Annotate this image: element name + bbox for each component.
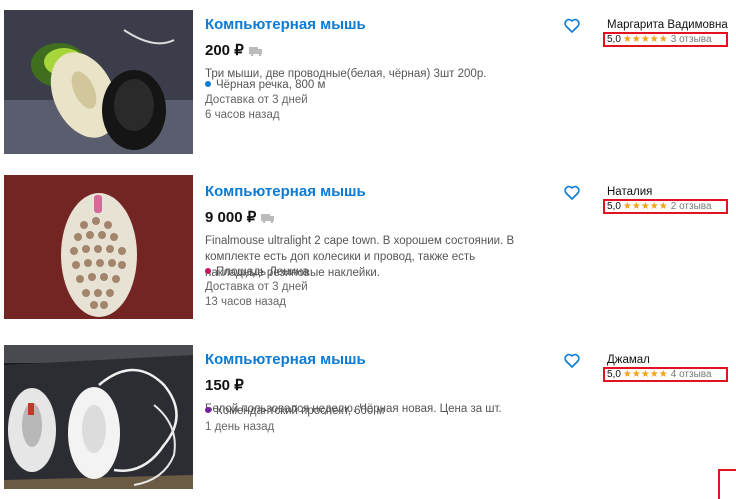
metro-dot	[205, 406, 211, 413]
listing-photo[interactable]	[4, 175, 193, 319]
truck-icon	[248, 46, 262, 56]
seller-name[interactable]: Наталия	[607, 186, 652, 198]
seller-name[interactable]: Джамал	[607, 354, 650, 366]
rating-score: 5,0	[607, 34, 621, 45]
truck-icon	[261, 213, 275, 223]
listing-location: Площадь Ленина	[205, 266, 309, 278]
reviews-count[interactable]: 4 отзыва	[671, 369, 712, 380]
rating-stars: ★★★★★	[622, 369, 668, 380]
listing-price: 9 000 ₽	[205, 208, 275, 226]
seller-name[interactable]: Маргарита Вадимовна	[607, 19, 728, 31]
listing-posted: 1 день назад	[205, 421, 275, 433]
rating-score: 5,0	[607, 369, 621, 380]
seller-rating[interactable]: 5,0 ★★★★★ 4 отзыва	[603, 367, 728, 382]
listing-card[interactable]: Компьютерная мышь 200 ₽ Три мыши, две пр…	[0, 8, 736, 158]
rating-stars: ★★★★★	[622, 201, 668, 212]
highlight-box-edge	[718, 469, 736, 499]
listing-price: 150 ₽	[205, 377, 244, 394]
heart-outline-icon[interactable]	[564, 185, 580, 200]
listing-location: Чёрная речка, 800 м	[205, 79, 325, 91]
heart-outline-icon[interactable]	[564, 18, 580, 33]
listing-photo[interactable]	[4, 345, 193, 489]
listing-title[interactable]: Компьютерная мышь	[205, 16, 366, 33]
listing-location: Комендантский проспект, 600 м	[205, 405, 384, 417]
listing-card[interactable]: Компьютерная мышь 9 000 ₽ Finalmouse ult…	[0, 175, 736, 325]
listing-delivery: Доставка от 3 дней	[205, 94, 308, 106]
seller-rating[interactable]: 5,0 ★★★★★ 2 отзыва	[603, 199, 728, 214]
heart-outline-icon[interactable]	[564, 353, 580, 368]
listing-delivery: Доставка от 3 дней	[205, 281, 308, 293]
rating-stars: ★★★★★	[622, 34, 668, 45]
listing-title[interactable]: Компьютерная мышь	[205, 351, 366, 368]
listing-title[interactable]: Компьютерная мышь	[205, 183, 366, 200]
listing-card[interactable]: Компьютерная мышь 150 ₽ Белой пользовалс…	[0, 343, 736, 493]
metro-dot	[205, 80, 211, 87]
listing-posted: 13 часов назад	[205, 296, 286, 308]
rating-score: 5,0	[607, 201, 621, 212]
reviews-count[interactable]: 3 отзыва	[671, 34, 712, 45]
reviews-count[interactable]: 2 отзыва	[671, 201, 712, 212]
listing-price: 200 ₽	[205, 41, 263, 59]
seller-rating[interactable]: 5,0 ★★★★★ 3 отзыва	[603, 32, 728, 47]
listing-photo[interactable]	[4, 10, 193, 154]
listing-posted: 6 часов назад	[205, 109, 280, 121]
metro-dot	[205, 267, 211, 274]
